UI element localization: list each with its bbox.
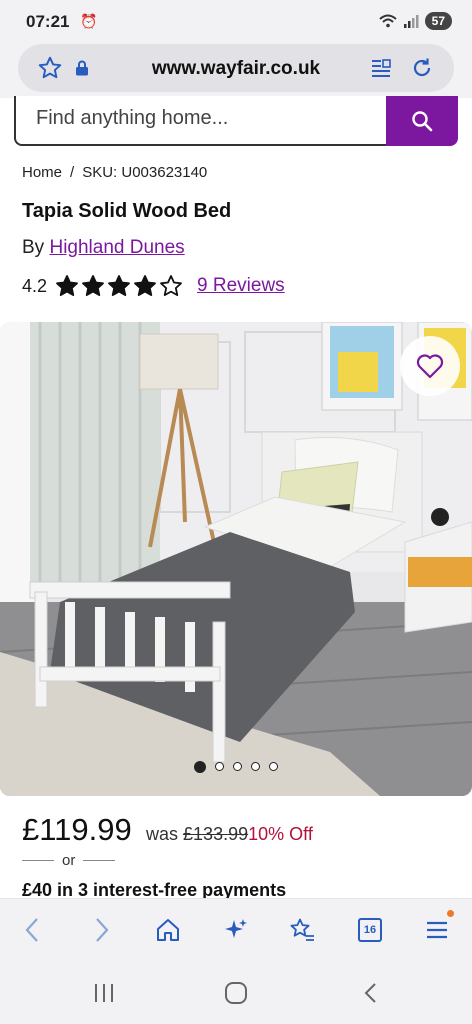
recent-apps-icon — [95, 984, 113, 1002]
breadcrumb-separator: / — [70, 164, 75, 181]
search-placeholder[interactable]: Find anything home... — [36, 107, 228, 130]
rating-line: 4.2 9 Reviews — [22, 274, 285, 298]
status-icons: 57 — [378, 11, 452, 31]
carousel-dot[interactable] — [269, 762, 278, 771]
sparkle-icon — [225, 919, 247, 938]
home-icon — [157, 919, 179, 941]
carousel-dot[interactable] — [233, 762, 242, 771]
alarm-icon: ⏰ — [80, 13, 98, 29]
product-title: Tapia Solid Wood Bed — [22, 200, 232, 222]
rating-value: 4.2 — [22, 275, 48, 296]
system-back-icon — [364, 983, 376, 1003]
bookmarks-button[interactable] — [282, 912, 322, 948]
was-price-line: was £133.9910% Off — [146, 824, 313, 845]
system-back-button[interactable] — [352, 978, 388, 1008]
back-button[interactable] — [12, 912, 52, 948]
image-carousel-dots — [0, 761, 472, 773]
reload-icon[interactable] — [406, 52, 438, 84]
search-button[interactable] — [386, 96, 458, 146]
star-rating — [55, 274, 183, 298]
menu-button[interactable] — [418, 910, 458, 948]
star-filled-icon — [82, 275, 104, 296]
star-filled-icon — [56, 275, 78, 296]
system-home-button[interactable] — [218, 976, 254, 1010]
star-empty-icon — [160, 275, 182, 296]
tabs-button[interactable]: 16 — [350, 912, 390, 948]
status-time: 07:21 — [26, 12, 70, 31]
price: £119.99 — [22, 812, 132, 847]
divider-line — [22, 859, 54, 862]
by-label: By — [22, 237, 45, 258]
hamburger-menu-icon — [427, 921, 447, 939]
reader-mode-icon[interactable] — [366, 54, 396, 82]
brand-link[interactable]: Highland Dunes — [49, 237, 184, 258]
home-button[interactable] — [148, 912, 188, 948]
tabs-icon: 16 — [358, 918, 382, 942]
favorite-button[interactable] — [400, 336, 460, 396]
search-icon — [412, 111, 433, 132]
forward-button[interactable] — [82, 912, 122, 948]
product-image[interactable] — [0, 322, 472, 796]
carousel-dot[interactable] — [194, 761, 206, 773]
discount-label: 10% Off — [248, 824, 313, 844]
divider-line — [83, 859, 116, 862]
ai-assistant-button[interactable] — [216, 912, 256, 948]
notification-dot — [447, 910, 454, 917]
system-home-icon — [225, 982, 247, 1004]
was-label: was — [146, 824, 179, 844]
star-filled-icon — [134, 275, 156, 296]
signal-icon — [403, 15, 419, 28]
reviews-link[interactable]: 9 Reviews — [197, 275, 285, 297]
chevron-right-icon — [96, 918, 109, 942]
heart-icon — [416, 354, 444, 379]
or-divider: or — [22, 852, 116, 869]
breadcrumb-sku: SKU: U003623140 — [82, 164, 208, 181]
url-text[interactable]: www.wayfair.co.uk — [0, 58, 472, 80]
battery-indicator: 57 — [424, 12, 452, 30]
carousel-dot[interactable] — [251, 762, 260, 771]
wifi-icon — [378, 14, 397, 28]
bookmarks-star-icon — [290, 918, 314, 941]
star-filled-icon — [108, 275, 130, 296]
breadcrumb: Home / SKU: U003623140 — [22, 164, 207, 181]
chevron-left-icon — [25, 918, 38, 942]
recent-apps-button[interactable] — [86, 978, 122, 1008]
was-price: £133.99 — [183, 824, 249, 844]
brand-line: By Highland Dunes — [22, 237, 185, 259]
carousel-dot[interactable] — [215, 762, 224, 771]
tab-count: 16 — [363, 924, 377, 936]
or-label: or — [62, 852, 76, 869]
breadcrumb-home[interactable]: Home — [22, 164, 62, 181]
